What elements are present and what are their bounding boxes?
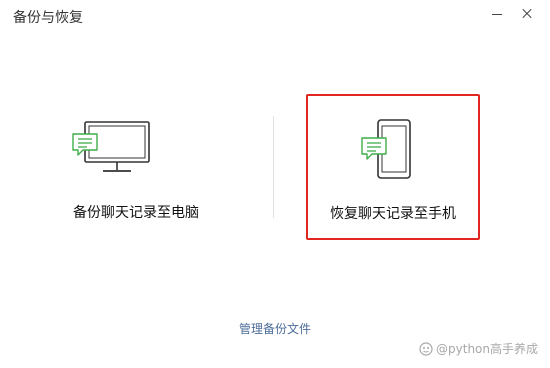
backup-to-pc-label: 备份聊天记录至电脑: [73, 205, 199, 221]
watermark-logo-icon: [419, 341, 433, 356]
backup-restore-window: 备份与恢复 备份聊天记录至电脑 恢复聊天记录至手机 管理备份文件 @python…: [0, 0, 550, 368]
window-title: 备份与恢复: [13, 10, 83, 26]
options-divider: [273, 116, 274, 218]
monitor-chat-icon: [71, 120, 153, 180]
minimize-button[interactable]: [486, 4, 508, 24]
watermark: @python高手养成: [419, 340, 538, 357]
restore-to-phone-label: 恢复聊天记录至手机: [330, 206, 456, 222]
backup-to-pc-option[interactable]: 备份聊天记录至电脑: [52, 96, 220, 232]
title-bar: 备份与恢复: [0, 0, 550, 34]
restore-to-phone-option[interactable]: 恢复聊天记录至手机: [306, 94, 480, 240]
phone-chat-icon: [358, 118, 414, 186]
close-button[interactable]: [516, 4, 538, 24]
watermark-text: @python高手养成: [436, 342, 538, 356]
manage-backup-files-link[interactable]: 管理备份文件: [0, 320, 550, 337]
